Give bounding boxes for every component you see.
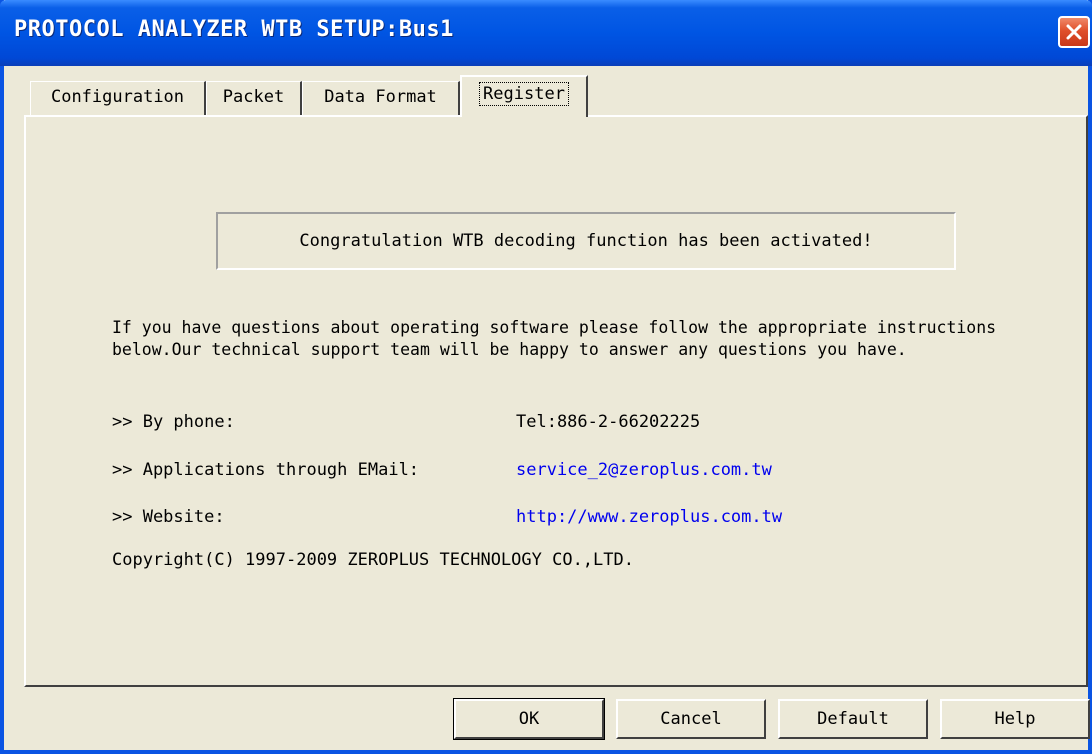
tab-label: Configuration <box>50 87 185 107</box>
email-label: >> Applications through EMail: <box>112 460 420 480</box>
tab-data-format[interactable]: Data Format <box>302 81 460 115</box>
activation-message: Congratulation WTB decoding function has… <box>216 212 956 270</box>
help-button[interactable]: Help <box>940 699 1090 739</box>
tab-label: Register <box>479 82 569 106</box>
close-icon <box>1066 24 1082 40</box>
support-text: If you have questions about operating so… <box>112 318 997 359</box>
phone-value: Tel:886-2-66202225 <box>516 412 701 432</box>
tab-register[interactable]: Register <box>460 75 588 117</box>
close-button[interactable] <box>1058 16 1090 48</box>
email-link[interactable]: service_2@zeroplus.com.tw <box>516 459 772 481</box>
copyright-text: Copyright(C) 1997-2009 ZEROPLUS TECHNOLO… <box>112 550 634 570</box>
tab-packet[interactable]: Packet <box>206 81 302 115</box>
default-button[interactable]: Default <box>778 699 928 739</box>
website-label: >> Website: <box>112 507 225 527</box>
window-title: PROTOCOL ANALYZER WTB SETUP:Bus1 <box>14 17 454 42</box>
tab-configuration[interactable]: Configuration <box>30 81 206 115</box>
website-link[interactable]: http://www.zeroplus.com.tw <box>516 506 782 528</box>
ok-button[interactable]: OK <box>453 698 605 740</box>
setup-dialog: PROTOCOL ANALYZER WTB SETUP:Bus1 Configu… <box>0 0 1092 754</box>
phone-label: >> By phone: <box>112 412 235 432</box>
cancel-button[interactable]: Cancel <box>616 699 766 739</box>
register-panel: Congratulation WTB decoding function has… <box>24 115 1088 687</box>
tab-label: Data Format <box>324 87 437 107</box>
tab-label: Packet <box>222 87 285 107</box>
title-bar[interactable]: PROTOCOL ANALYZER WTB SETUP:Bus1 <box>0 0 1092 66</box>
